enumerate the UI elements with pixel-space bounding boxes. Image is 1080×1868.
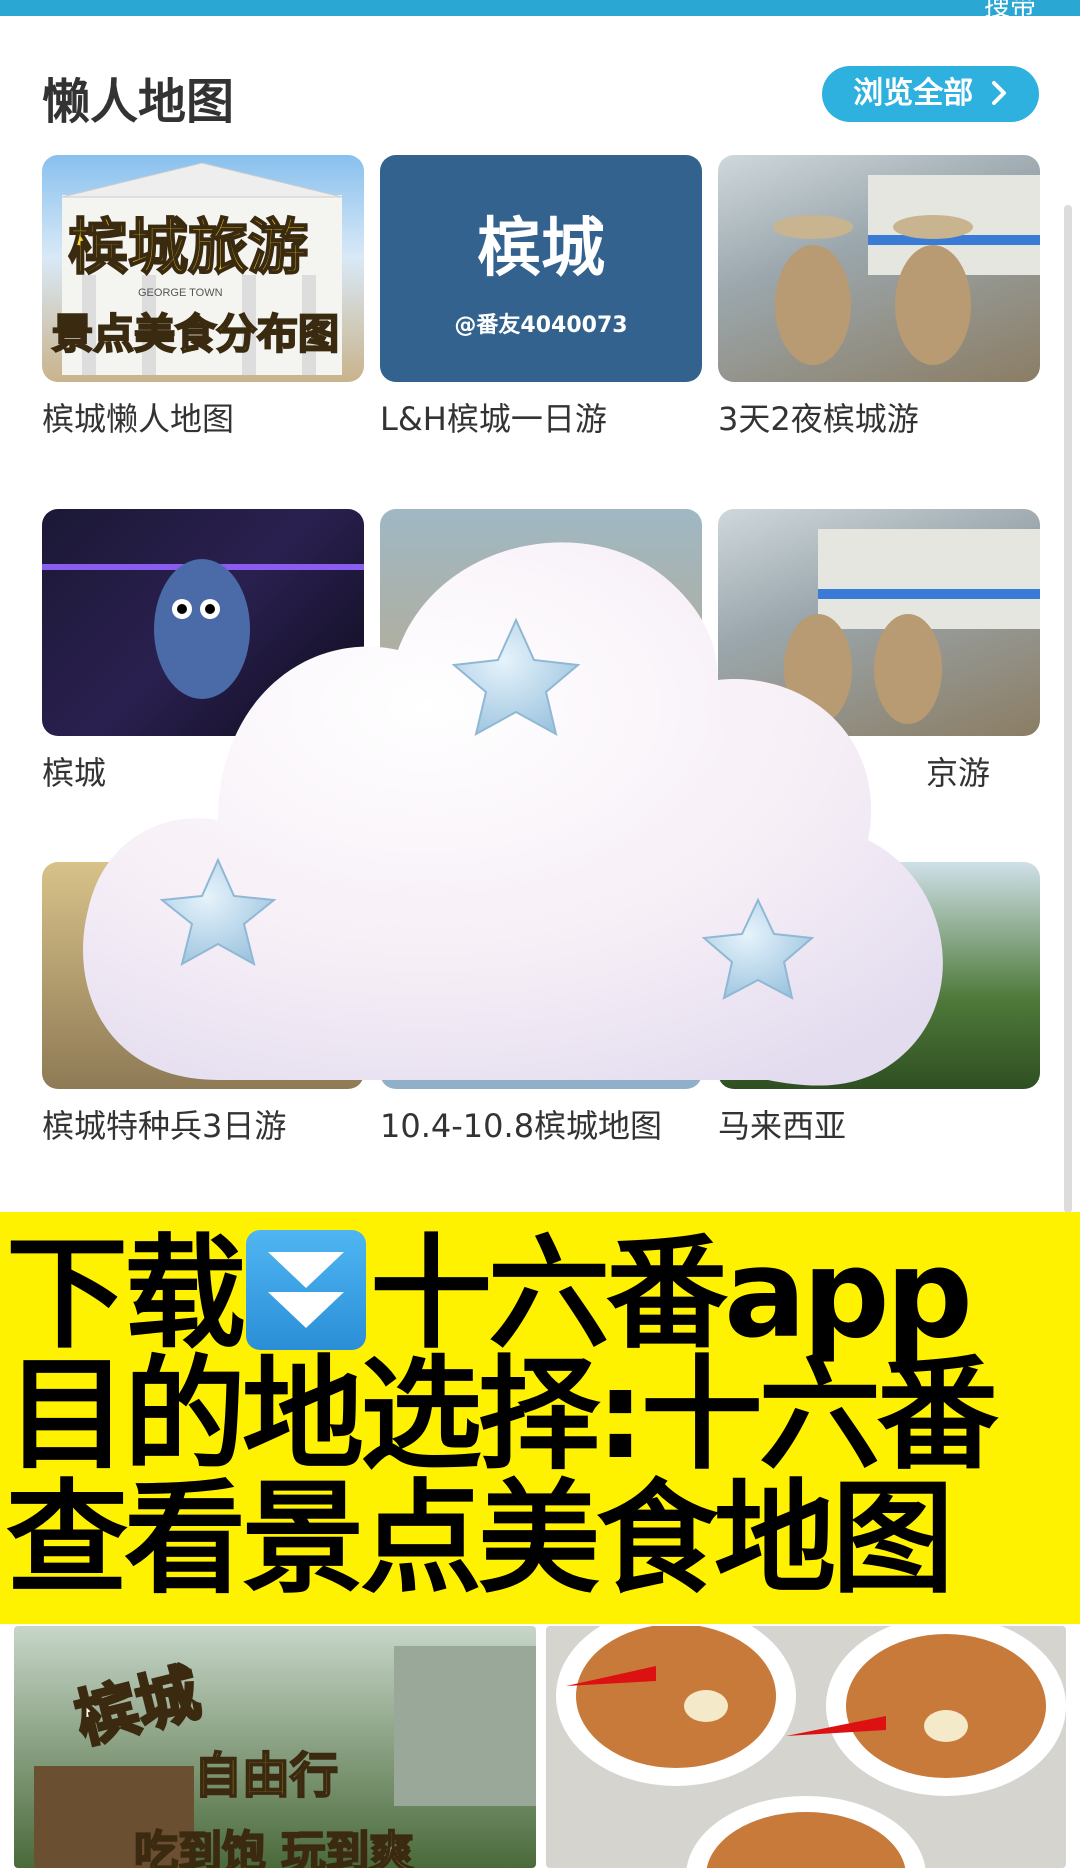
thumb-subtitle: 景点美食分布图 <box>51 309 340 359</box>
banner-line-3: 查看景点美食地图 <box>6 1468 954 1610</box>
map-card-1[interactable]: GEORGE TOWN 槟城旅游 景点美食分布图 槟城懒人地图 <box>42 155 364 440</box>
scrollbar[interactable] <box>1064 205 1072 1213</box>
browse-all-label: 浏览全部 <box>853 76 974 111</box>
thumb-title: 槟城 <box>477 212 605 286</box>
thumb-sign: GEORGE TOWN <box>138 287 223 299</box>
feed-image-left[interactable]: 槟城 自由行 吃到饱 玩到爽 <box>14 1626 536 1868</box>
map-card-caption: 3天2夜槟城游 <box>718 400 919 438</box>
map-card-thumbnail <box>718 155 1040 382</box>
thumb-subtitle: @番友4040073 <box>454 313 628 338</box>
promo-banner[interactable]: 下载 十六番app 目的地选择:十六番 查看景点美食地图 <box>0 1212 1080 1624</box>
map-card-2[interactable]: 槟城 @番友4040073 L&H槟城一日游 <box>380 155 702 440</box>
banner-line-1: 下载 十六番app <box>6 1230 973 1355</box>
double-down-arrow-icon <box>246 1230 366 1350</box>
cloud-sticker <box>83 542 943 1086</box>
map-card-thumbnail: GEORGE TOWN 槟城旅游 景点美食分布图 <box>42 155 364 382</box>
top-bar: 搜带 <box>0 0 1080 22</box>
banner-line-2: 目的地选择:十六番 <box>6 1344 999 1486</box>
feed-left-tag: 吃到饱 玩到爽 <box>133 1826 414 1868</box>
top-bar-label: 搜带 <box>983 0 1036 22</box>
thumb-title: 槟城旅游 <box>67 212 309 284</box>
map-card-caption: L&H槟城一日游 <box>380 400 607 438</box>
chevron-right-icon <box>984 76 1008 111</box>
map-card-thumbnail: 槟城 @番友4040073 <box>380 155 702 382</box>
section-title: 懒人地图 <box>42 74 235 130</box>
feed-left-subtitle: 自由行 <box>193 1747 339 1805</box>
browse-all-button[interactable]: 浏览全部 <box>822 66 1039 122</box>
feed-image-right[interactable] <box>546 1626 1066 1868</box>
map-card-3[interactable]: 3天2夜槟城游 <box>718 155 1040 440</box>
map-card-caption: 槟城懒人地图 <box>42 400 235 438</box>
